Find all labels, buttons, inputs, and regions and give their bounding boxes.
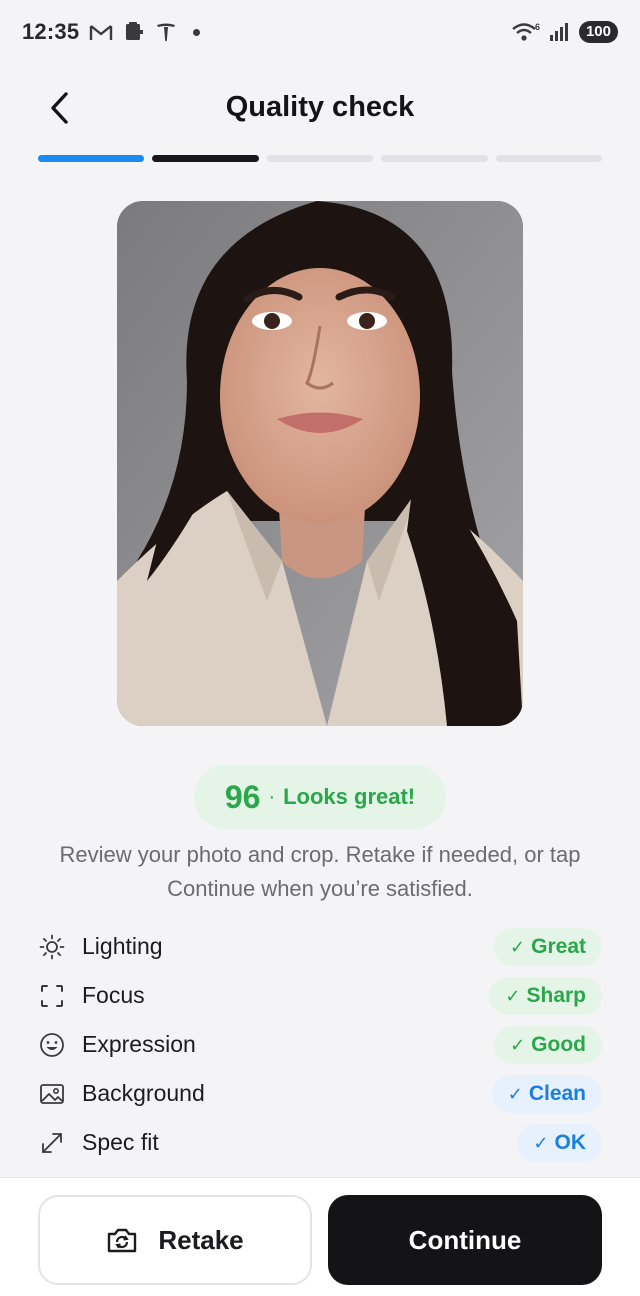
status-bar: 12:35 6 100 <box>0 0 640 64</box>
header: Quality check <box>0 72 640 142</box>
continue-button[interactable]: Continue <box>328 1195 602 1285</box>
score-label: Looks great! <box>283 784 416 809</box>
check-mark-icon: ✓ <box>505 985 521 1006</box>
page-title: Quality check <box>225 90 415 123</box>
check-mark-icon: ✓ <box>510 1034 526 1055</box>
check-status-badge: ✓ Clean <box>491 1075 602 1113</box>
focus-frame-icon <box>38 982 66 1010</box>
back-button[interactable] <box>36 84 84 132</box>
progress-stepper <box>38 155 603 163</box>
resize-arrow-icon <box>38 1129 66 1157</box>
progress-step-2 <box>152 155 259 162</box>
image-icon <box>38 1080 66 1108</box>
retake-button[interactable]: Retake <box>38 1195 312 1285</box>
check-mark-icon: ✓ <box>507 1083 523 1104</box>
progress-step-1 <box>38 155 145 162</box>
gmail-icon <box>89 22 113 42</box>
notification-dot <box>193 28 201 36</box>
check-status-text: Sharp <box>526 984 586 1007</box>
tesla-icon <box>155 21 177 43</box>
quality-checks-list: Lighting ✓ Great Focus ✓ Sharp Expression ✓ Good… <box>38 922 602 1167</box>
score-separator: · <box>268 785 276 808</box>
wifi-icon: 6 <box>511 21 541 43</box>
continue-label: Continue <box>408 1224 522 1255</box>
check-row-spec-fit: Spec fit ✓ OK <box>38 1118 602 1167</box>
progress-step-3 <box>266 155 374 162</box>
check-row-lighting: Lighting ✓ Great <box>38 922 602 971</box>
portrait-photo <box>117 201 523 726</box>
progress-step-5 <box>495 155 603 162</box>
clipboard-icon <box>123 21 145 43</box>
check-label: Spec fit <box>82 1129 159 1155</box>
check-status-text: Good <box>531 1033 586 1056</box>
check-status-text: Great <box>531 935 586 958</box>
check-status-text: OK <box>554 1131 587 1154</box>
battery-icon: 100 <box>578 21 618 43</box>
chevron-left-icon <box>51 92 68 124</box>
status-left: 12:35 <box>22 19 201 45</box>
check-status-badge: ✓ Sharp <box>489 977 602 1015</box>
check-row-expression: Expression ✓ Good <box>38 1020 602 1069</box>
signal-icon <box>549 22 571 42</box>
status-time: 12:35 <box>22 19 80 44</box>
check-label: Focus <box>82 982 145 1008</box>
quality-score-badge: 96 · Looks great! <box>194 765 446 829</box>
check-row-focus: Focus ✓ Sharp <box>38 971 602 1020</box>
check-status-text: Clean <box>528 1082 586 1105</box>
check-status-badge: ✓ OK <box>517 1124 602 1162</box>
action-bar: Retake Continue <box>0 1177 640 1296</box>
status-right: 6 100 <box>511 21 618 43</box>
progress-step-4 <box>381 155 488 162</box>
check-mark-icon: ✓ <box>510 936 526 957</box>
check-label: Expression <box>82 1031 196 1057</box>
camera-rotate-icon <box>108 1228 137 1253</box>
check-label: Background <box>82 1080 205 1106</box>
check-status-badge: ✓ Good <box>494 1026 602 1064</box>
sun-icon <box>38 933 66 961</box>
check-label: Lighting <box>82 933 163 959</box>
check-row-background: Background ✓ Clean <box>38 1069 602 1118</box>
retake-label: Retake <box>158 1224 244 1255</box>
check-status-badge: ✓ Great <box>494 928 602 966</box>
instruction-text: Review your photo and crop. Retake if ne… <box>59 842 581 901</box>
score-value: 96 <box>224 778 261 815</box>
smiley-icon <box>38 1031 66 1059</box>
wifi-generation-label: 6 <box>535 22 540 32</box>
check-mark-icon: ✓ <box>533 1132 549 1153</box>
